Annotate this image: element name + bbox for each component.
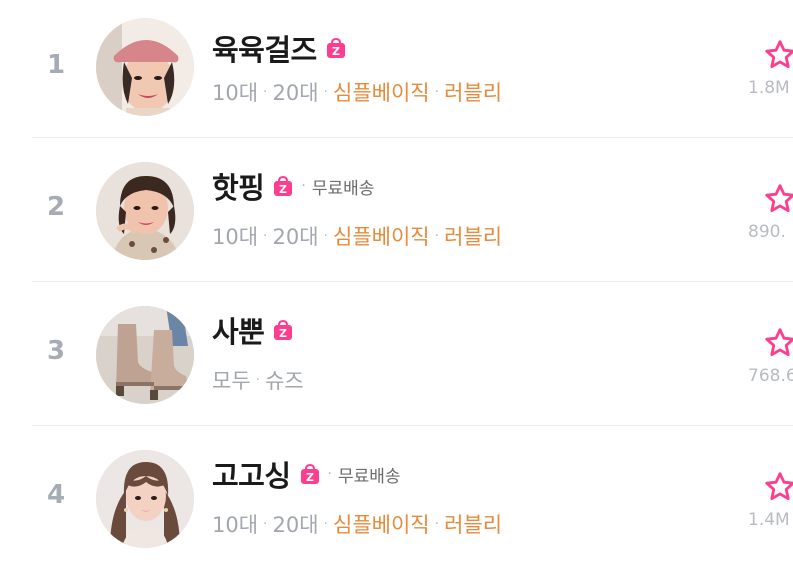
star-outline-icon[interactable] bbox=[763, 470, 793, 504]
store-name[interactable]: 고고싱 bbox=[212, 453, 291, 495]
store-name[interactable]: 핫핑 bbox=[212, 165, 265, 207]
style-tag[interactable]: 심플베이직 bbox=[333, 77, 430, 107]
store-avatar[interactable] bbox=[96, 306, 194, 404]
style-tag[interactable]: 심플베이직 bbox=[333, 509, 430, 539]
z-bag-icon: Z bbox=[298, 462, 322, 486]
tag-separator: · bbox=[263, 228, 268, 244]
svg-text:Z: Z bbox=[332, 45, 340, 58]
tag-separator: · bbox=[434, 228, 440, 244]
style-tag[interactable]: 20대 bbox=[273, 509, 319, 539]
tag-separator: · bbox=[434, 516, 440, 532]
free-shipping-label: 무료배송 bbox=[311, 178, 375, 199]
style-tag[interactable]: 슈즈 bbox=[265, 365, 304, 395]
favorite-count: 1.8M bbox=[748, 78, 790, 98]
row-divider bbox=[32, 281, 793, 282]
style-tag[interactable]: 10대 bbox=[212, 509, 258, 539]
tag-separator: · bbox=[323, 84, 328, 100]
style-tag[interactable]: 러블리 bbox=[444, 77, 502, 107]
style-tag[interactable]: 러블리 bbox=[444, 509, 502, 539]
store-avatar[interactable] bbox=[96, 450, 194, 548]
favorite-count: 890. bbox=[748, 222, 786, 242]
style-tag[interactable]: 러블리 bbox=[444, 221, 502, 251]
svg-text:Z: Z bbox=[279, 327, 287, 340]
style-tag[interactable]: 심플베이직 bbox=[333, 221, 430, 251]
z-bag-icon: Z bbox=[324, 36, 348, 60]
tag-separator: · bbox=[323, 516, 328, 532]
store-avatar[interactable] bbox=[96, 162, 194, 260]
free-shipping-label: 무료배송 bbox=[338, 466, 401, 487]
store-row[interactable]: 1 육육걸즈 Z 10대 · 20대 · 심플베이직 · 러블리 1.8M bbox=[0, 0, 793, 144]
tag-separator: · bbox=[323, 228, 328, 244]
rank-number: 1 bbox=[46, 50, 66, 80]
row-divider bbox=[32, 137, 793, 138]
tag-separator: · bbox=[434, 84, 440, 100]
svg-text:Z: Z bbox=[306, 471, 314, 484]
store-name[interactable]: 육육걸즈 bbox=[212, 27, 317, 69]
z-bag-icon: Z bbox=[271, 174, 295, 198]
star-outline-icon[interactable] bbox=[763, 182, 793, 216]
rank-number: 4 bbox=[46, 480, 66, 510]
favorite-count: 768.6 bbox=[748, 366, 793, 386]
row-divider bbox=[32, 425, 793, 426]
tag-separator: · bbox=[263, 84, 268, 100]
style-tag[interactable]: 모두 bbox=[212, 365, 251, 395]
tag-separator: · bbox=[263, 516, 268, 532]
star-outline-icon[interactable] bbox=[763, 326, 793, 360]
style-tag[interactable]: 20대 bbox=[273, 77, 319, 107]
star-outline-icon[interactable] bbox=[763, 38, 793, 72]
rank-number: 3 bbox=[46, 336, 66, 366]
z-bag-icon: Z bbox=[271, 318, 295, 342]
separator-dot: · bbox=[327, 466, 332, 482]
tag-separator: · bbox=[255, 372, 261, 388]
rank-number: 2 bbox=[46, 192, 66, 222]
store-avatar[interactable] bbox=[96, 18, 194, 116]
style-tag[interactable]: 20대 bbox=[273, 221, 319, 251]
store-name[interactable]: 사뿐 bbox=[212, 309, 265, 351]
store-row[interactable]: 3 사뿐 Z 모두 · 슈즈 768.6 bbox=[0, 288, 793, 432]
store-row[interactable]: 4 고고싱 Z · 무료배송 10대 · 20대 · 심플베이직 · 러블리 1.4M bbox=[0, 432, 793, 576]
style-tag[interactable]: 10대 bbox=[212, 77, 258, 107]
style-tag[interactable]: 10대 bbox=[212, 221, 258, 251]
store-row[interactable]: 2 핫핑 Z · 무료배송 10대 · 20대 · 심플베이직 · 러블리 890. bbox=[0, 144, 793, 288]
favorite-count: 1.4M bbox=[748, 510, 790, 530]
svg-text:Z: Z bbox=[279, 183, 287, 196]
separator-dot: · bbox=[301, 178, 306, 194]
